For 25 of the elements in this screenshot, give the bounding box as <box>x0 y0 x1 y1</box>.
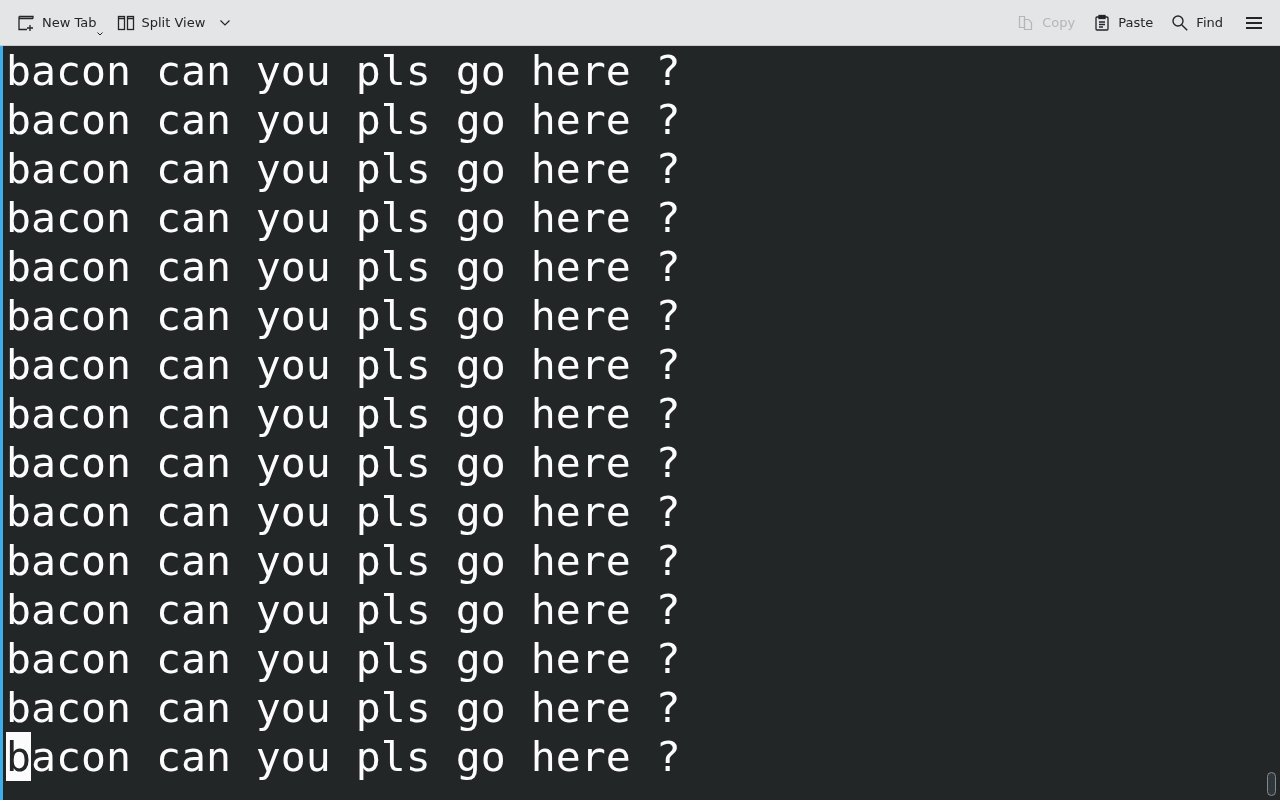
terminal-line: bacon can you pls go here ? <box>6 634 681 683</box>
terminal-line: bacon can you pls go here ? <box>6 242 681 291</box>
terminal-line: bacon can you pls go here ? <box>6 144 681 193</box>
new-tab-button[interactable]: New Tab <box>11 5 103 40</box>
terminal-line: bacon can you pls go here ? <box>6 95 681 144</box>
terminal-line: bacon can you pls go here ? <box>6 487 681 536</box>
terminal-line: bacon can you pls go here ? <box>6 732 681 781</box>
clipboard-icon <box>1093 13 1112 32</box>
search-icon <box>1171 13 1190 32</box>
terminal-line: bacon can you pls go here ? <box>6 46 681 95</box>
terminal-line: bacon can you pls go here ? <box>6 536 681 585</box>
terminal-line: bacon can you pls go here ? <box>6 389 681 438</box>
terminal-line: bacon can you pls go here ? <box>6 291 681 340</box>
terminal-line: bacon can you pls go here ? <box>6 340 681 389</box>
terminal-line: bacon can you pls go here ? <box>6 438 681 487</box>
terminal-line: bacon can you pls go here ? <box>6 683 681 732</box>
split-view-icon <box>116 13 135 32</box>
split-view-button[interactable]: Split View <box>110 5 237 40</box>
new-tab-icon <box>17 13 35 32</box>
find-button[interactable]: Find <box>1165 5 1229 40</box>
menu-icon <box>1246 15 1262 30</box>
terminal-line: bacon can you pls go here ? <box>6 193 681 242</box>
terminal-line: bacon can you pls go here ? <box>6 585 681 634</box>
scrollbar-thumb[interactable] <box>1267 772 1276 796</box>
paste-button[interactable]: Paste <box>1087 5 1160 40</box>
